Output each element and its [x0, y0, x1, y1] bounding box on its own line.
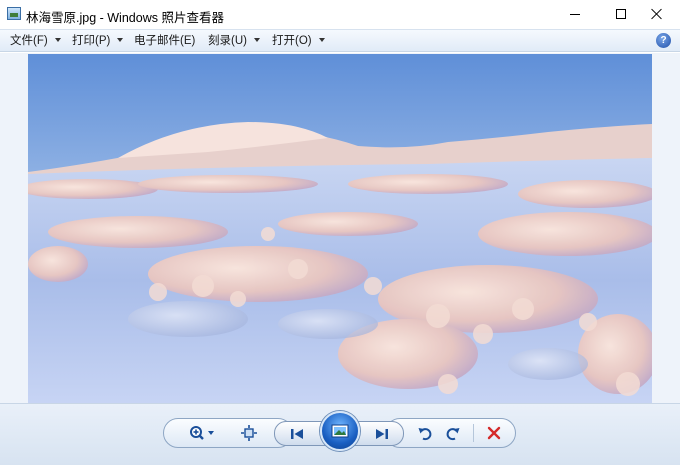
- rotate-left-icon: [418, 428, 432, 441]
- chevron-down-icon: [117, 37, 124, 42]
- toolbar-separator: [473, 424, 474, 442]
- menu-email-label: 电子邮件(E): [134, 35, 196, 47]
- displayed-photo: [28, 54, 652, 403]
- next-button[interactable]: [369, 421, 395, 447]
- menu-print[interactable]: 打印(P): [72, 30, 124, 52]
- photo-viewer-icon: [7, 7, 21, 20]
- zoom-icon: [190, 426, 214, 440]
- menu-burn-label: 刻录(U): [208, 35, 247, 47]
- snow-forest-photo: [28, 54, 652, 403]
- rotate-left-button[interactable]: [412, 420, 438, 446]
- viewer-toolbar: [0, 403, 680, 465]
- zoom-button[interactable]: [188, 420, 218, 446]
- chevron-down-icon: [318, 37, 325, 42]
- menu-email[interactable]: 电子邮件(E): [134, 30, 195, 52]
- chevron-down-icon: [253, 37, 260, 42]
- close-button[interactable]: [634, 0, 680, 28]
- rotate-right-button[interactable]: [440, 420, 466, 446]
- menu-file-label: 文件(F): [10, 35, 48, 47]
- menu-file[interactable]: 文件(F): [10, 30, 61, 52]
- title-bar: 林海雪原.jpg - Windows 照片查看器: [0, 0, 680, 28]
- actual-size-button[interactable]: [236, 420, 262, 446]
- delete-button[interactable]: [481, 420, 507, 446]
- help-icon[interactable]: ?: [656, 33, 671, 48]
- image-viewport: [0, 53, 680, 403]
- previous-icon: [291, 429, 303, 439]
- maximize-icon: [616, 9, 626, 19]
- slideshow-button[interactable]: [320, 411, 360, 451]
- menu-open-label: 打开(O): [272, 35, 312, 47]
- minimize-button[interactable]: [552, 0, 598, 28]
- menu-bar: 文件(F) 打印(P) 电子邮件(E) 刻录(U) 打开(O) ?: [0, 29, 680, 52]
- rotate-right-icon: [446, 428, 460, 441]
- minimize-icon: [570, 13, 580, 15]
- delete-icon: [487, 426, 501, 440]
- actual-size-icon: [241, 425, 257, 441]
- menu-print-label: 打印(P): [72, 35, 111, 47]
- menu-open[interactable]: 打开(O): [272, 30, 325, 52]
- window-title: 林海雪原.jpg - Windows 照片查看器: [26, 11, 224, 25]
- slideshow-icon: [331, 424, 349, 438]
- close-icon: [651, 8, 663, 20]
- previous-button[interactable]: [284, 421, 310, 447]
- next-icon: [376, 429, 388, 439]
- chevron-down-icon: [54, 37, 61, 42]
- menu-burn[interactable]: 刻录(U): [208, 30, 260, 52]
